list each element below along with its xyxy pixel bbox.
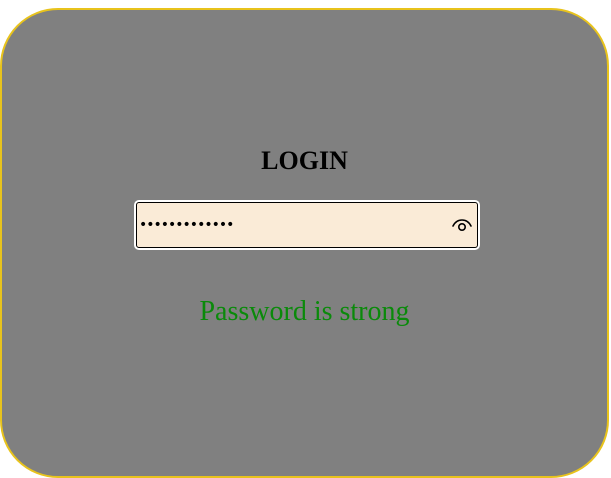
login-card: LOGIN Password is strong	[0, 8, 609, 478]
eye-icon[interactable]	[451, 216, 473, 234]
login-title: LOGIN	[261, 146, 348, 175]
password-strength-message: Password is strong	[199, 296, 410, 327]
password-input[interactable]	[139, 205, 439, 245]
password-field[interactable]	[134, 200, 480, 250]
